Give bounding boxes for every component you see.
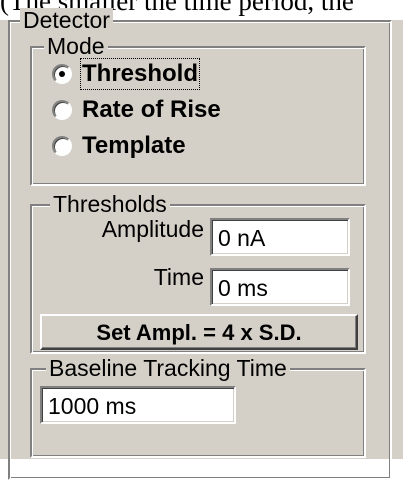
radio-rate-of-rise-label[interactable]: Rate of Rise xyxy=(82,96,221,124)
radio-threshold-indicator[interactable] xyxy=(52,64,72,84)
amplitude-input[interactable]: 0 nA xyxy=(210,218,350,256)
mode-group: Mode Threshold Rate of Rise Template xyxy=(30,34,366,186)
time-label: Time xyxy=(153,264,204,290)
radio-template-label[interactable]: Template xyxy=(82,132,186,160)
baseline-tracking-title: Baseline Tracking Time xyxy=(46,356,290,380)
radio-template[interactable]: Template xyxy=(52,130,186,162)
radio-rate-of-rise-indicator[interactable] xyxy=(52,100,72,120)
baseline-tracking-group: Baseline Tracking Time 1000 ms xyxy=(30,356,366,458)
thresholds-group: Thresholds Amplitude 0 nA Time 0 ms Set … xyxy=(30,192,366,354)
baseline-tracking-time-input[interactable]: 1000 ms xyxy=(40,386,236,424)
detector-group-title: Detector xyxy=(20,8,113,32)
time-input[interactable]: 0 ms xyxy=(210,268,350,306)
thresholds-group-title: Thresholds xyxy=(50,192,170,216)
radio-rate-of-rise[interactable]: Rate of Rise xyxy=(52,94,221,126)
detector-group: Detector Mode Threshold Rate of Rise Tem… xyxy=(8,8,392,480)
radio-threshold[interactable]: Threshold xyxy=(52,58,201,90)
mode-group-title: Mode xyxy=(44,34,108,58)
radio-template-indicator[interactable] xyxy=(52,136,72,156)
set-amplitude-button[interactable]: Set Ampl. = 4 x S.D. xyxy=(40,314,358,350)
radio-threshold-label[interactable]: Threshold xyxy=(79,58,201,90)
amplitude-label: Amplitude xyxy=(101,216,204,242)
detector-panel: (The smaller the time period, the Detect… xyxy=(0,0,403,480)
